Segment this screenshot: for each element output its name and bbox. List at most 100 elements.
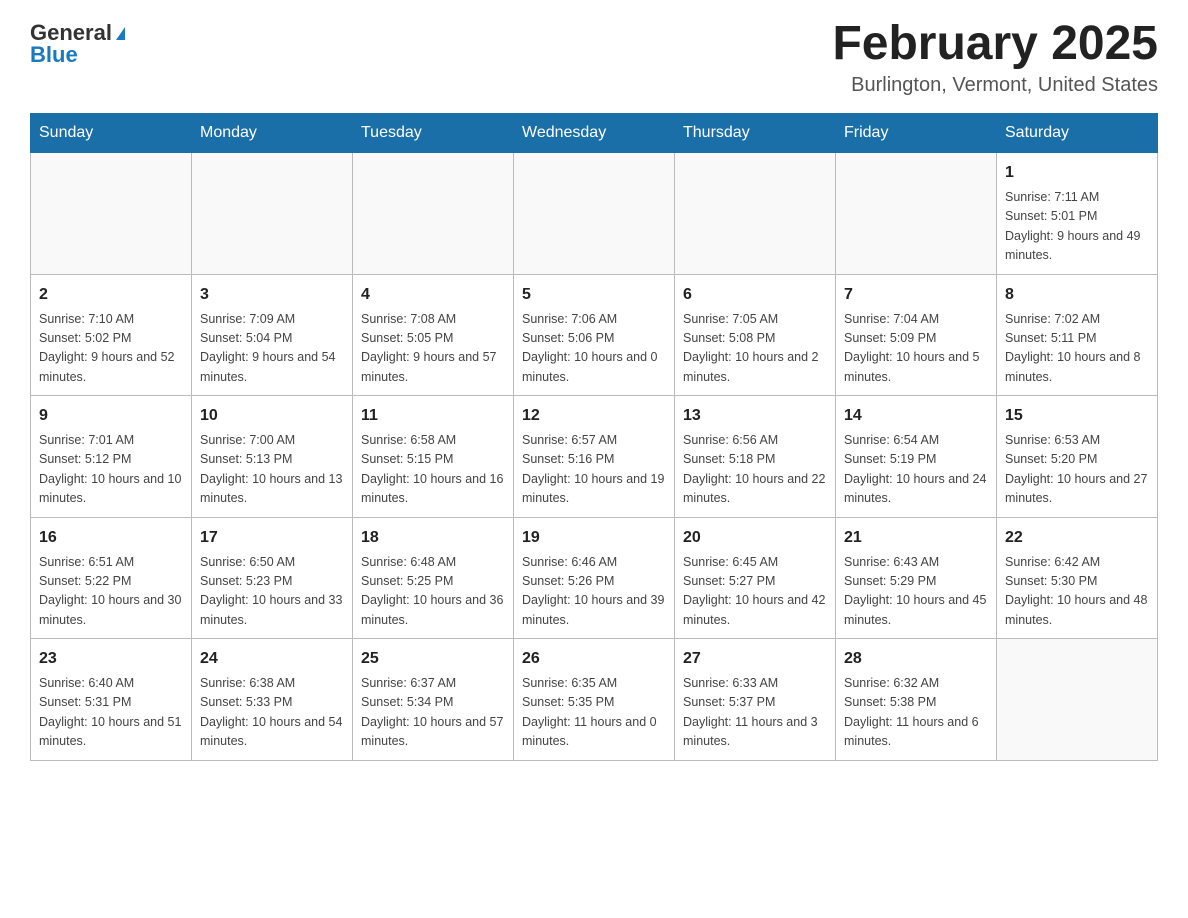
calendar-cell: 3 Sunrise: 7:09 AMSunset: 5:04 PMDaylight… xyxy=(192,274,353,396)
day-info: Sunrise: 6:58 AMSunset: 5:15 PMDaylight:… xyxy=(361,431,505,509)
column-header-friday: Friday xyxy=(836,114,997,153)
day-number: 19 xyxy=(522,526,666,550)
logo-blue-text: Blue xyxy=(30,42,78,68)
day-number: 17 xyxy=(200,526,344,550)
calendar-cell: 2 Sunrise: 7:10 AMSunset: 5:02 PMDaylight… xyxy=(31,274,192,396)
calendar-cell: 8 Sunrise: 7:02 AMSunset: 5:11 PMDaylight… xyxy=(997,274,1158,396)
title-section: February 2025 Burlington, Vermont, Unite… xyxy=(832,20,1158,97)
day-info: Sunrise: 6:35 AMSunset: 5:35 PMDaylight:… xyxy=(522,674,666,752)
day-number: 2 xyxy=(39,283,183,307)
day-info: Sunrise: 6:45 AMSunset: 5:27 PMDaylight:… xyxy=(683,553,827,631)
day-number: 22 xyxy=(1005,526,1149,550)
day-info: Sunrise: 7:09 AMSunset: 5:04 PMDaylight:… xyxy=(200,310,344,388)
day-info: Sunrise: 7:04 AMSunset: 5:09 PMDaylight:… xyxy=(844,310,988,388)
calendar-cell: 23 Sunrise: 6:40 AMSunset: 5:31 PMDayligh… xyxy=(31,639,192,761)
day-number: 28 xyxy=(844,647,988,671)
day-info: Sunrise: 6:48 AMSunset: 5:25 PMDaylight:… xyxy=(361,553,505,631)
day-info: Sunrise: 6:37 AMSunset: 5:34 PMDaylight:… xyxy=(361,674,505,752)
calendar-cell xyxy=(353,153,514,275)
column-header-sunday: Sunday xyxy=(31,114,192,153)
day-info: Sunrise: 6:40 AMSunset: 5:31 PMDaylight:… xyxy=(39,674,183,752)
day-info: Sunrise: 7:11 AMSunset: 5:01 PMDaylight:… xyxy=(1005,188,1149,266)
day-number: 3 xyxy=(200,283,344,307)
column-header-monday: Monday xyxy=(192,114,353,153)
calendar-week-row: 1 Sunrise: 7:11 AMSunset: 5:01 PMDaylight… xyxy=(31,153,1158,275)
calendar-cell: 19 Sunrise: 6:46 AMSunset: 5:26 PMDayligh… xyxy=(514,517,675,639)
calendar-week-row: 16Sunrise: 6:51 AMSunset: 5:22 PMDayligh… xyxy=(31,517,1158,639)
day-number: 10 xyxy=(200,404,344,428)
logo: General Blue xyxy=(30,20,125,68)
month-title: February 2025 xyxy=(832,20,1158,68)
calendar-week-row: 9 Sunrise: 7:01 AMSunset: 5:12 PMDaylight… xyxy=(31,396,1158,518)
logo-triangle-icon xyxy=(116,27,125,40)
day-info: Sunrise: 6:32 AMSunset: 5:38 PMDaylight:… xyxy=(844,674,988,752)
day-info: Sunrise: 6:33 AMSunset: 5:37 PMDaylight:… xyxy=(683,674,827,752)
day-info: Sunrise: 6:51 AMSunset: 5:22 PMDaylight:… xyxy=(39,553,183,631)
day-info: Sunrise: 7:00 AMSunset: 5:13 PMDaylight:… xyxy=(200,431,344,509)
calendar-cell: 20Sunrise: 6:45 AMSunset: 5:27 PMDayligh… xyxy=(675,517,836,639)
calendar-cell xyxy=(192,153,353,275)
calendar-cell: 6Sunrise: 7:05 AMSunset: 5:08 PMDaylight… xyxy=(675,274,836,396)
day-info: Sunrise: 7:02 AMSunset: 5:11 PMDaylight:… xyxy=(1005,310,1149,388)
calendar-cell: 27 Sunrise: 6:33 AMSunset: 5:37 PMDayligh… xyxy=(675,639,836,761)
calendar-week-row: 2 Sunrise: 7:10 AMSunset: 5:02 PMDaylight… xyxy=(31,274,1158,396)
calendar-cell: 9 Sunrise: 7:01 AMSunset: 5:12 PMDaylight… xyxy=(31,396,192,518)
day-number: 5 xyxy=(522,283,666,307)
column-header-wednesday: Wednesday xyxy=(514,114,675,153)
calendar-cell xyxy=(514,153,675,275)
day-info: Sunrise: 7:06 AMSunset: 5:06 PMDaylight:… xyxy=(522,310,666,388)
day-info: Sunrise: 6:46 AMSunset: 5:26 PMDaylight:… xyxy=(522,553,666,631)
page-header: General Blue February 2025 Burlington, V… xyxy=(30,20,1158,97)
calendar-cell: 18 Sunrise: 6:48 AMSunset: 5:25 PMDayligh… xyxy=(353,517,514,639)
calendar-cell: 14 Sunrise: 6:54 AMSunset: 5:19 PMDayligh… xyxy=(836,396,997,518)
day-info: Sunrise: 6:57 AMSunset: 5:16 PMDaylight:… xyxy=(522,431,666,509)
column-header-tuesday: Tuesday xyxy=(353,114,514,153)
calendar-cell: 24 Sunrise: 6:38 AMSunset: 5:33 PMDayligh… xyxy=(192,639,353,761)
calendar-cell: 17 Sunrise: 6:50 AMSunset: 5:23 PMDayligh… xyxy=(192,517,353,639)
day-number: 25 xyxy=(361,647,505,671)
day-number: 18 xyxy=(361,526,505,550)
day-number: 14 xyxy=(844,404,988,428)
day-info: Sunrise: 7:10 AMSunset: 5:02 PMDaylight:… xyxy=(39,310,183,388)
day-info: Sunrise: 7:08 AMSunset: 5:05 PMDaylight:… xyxy=(361,310,505,388)
day-number: 21 xyxy=(844,526,988,550)
day-number: 1 xyxy=(1005,161,1149,185)
column-header-saturday: Saturday xyxy=(997,114,1158,153)
calendar-cell: 16Sunrise: 6:51 AMSunset: 5:22 PMDayligh… xyxy=(31,517,192,639)
calendar-cell: 5 Sunrise: 7:06 AMSunset: 5:06 PMDaylight… xyxy=(514,274,675,396)
day-number: 27 xyxy=(683,647,827,671)
day-number: 11 xyxy=(361,404,505,428)
calendar-cell: 15 Sunrise: 6:53 AMSunset: 5:20 PMDayligh… xyxy=(997,396,1158,518)
calendar-cell: 12 Sunrise: 6:57 AMSunset: 5:16 PMDayligh… xyxy=(514,396,675,518)
day-info: Sunrise: 7:01 AMSunset: 5:12 PMDaylight:… xyxy=(39,431,183,509)
day-info: Sunrise: 6:54 AMSunset: 5:19 PMDaylight:… xyxy=(844,431,988,509)
day-info: Sunrise: 6:42 AMSunset: 5:30 PMDaylight:… xyxy=(1005,553,1149,631)
day-info: Sunrise: 7:05 AMSunset: 5:08 PMDaylight:… xyxy=(683,310,827,388)
day-info: Sunrise: 6:56 AMSunset: 5:18 PMDaylight:… xyxy=(683,431,827,509)
day-info: Sunrise: 6:50 AMSunset: 5:23 PMDaylight:… xyxy=(200,553,344,631)
day-number: 8 xyxy=(1005,283,1149,307)
day-number: 9 xyxy=(39,404,183,428)
day-number: 13 xyxy=(683,404,827,428)
calendar-header-row: SundayMondayTuesdayWednesdayThursdayFrid… xyxy=(31,114,1158,153)
calendar-cell xyxy=(997,639,1158,761)
day-number: 24 xyxy=(200,647,344,671)
calendar-cell: 22 Sunrise: 6:42 AMSunset: 5:30 PMDayligh… xyxy=(997,517,1158,639)
column-header-thursday: Thursday xyxy=(675,114,836,153)
day-number: 26 xyxy=(522,647,666,671)
day-number: 4 xyxy=(361,283,505,307)
calendar-cell: 13 Sunrise: 6:56 AMSunset: 5:18 PMDayligh… xyxy=(675,396,836,518)
calendar-cell: 10 Sunrise: 7:00 AMSunset: 5:13 PMDayligh… xyxy=(192,396,353,518)
calendar-cell: 4 Sunrise: 7:08 AMSunset: 5:05 PMDaylight… xyxy=(353,274,514,396)
calendar-cell: 26 Sunrise: 6:35 AMSunset: 5:35 PMDayligh… xyxy=(514,639,675,761)
calendar-cell xyxy=(31,153,192,275)
day-number: 15 xyxy=(1005,404,1149,428)
day-number: 12 xyxy=(522,404,666,428)
calendar-cell xyxy=(675,153,836,275)
calendar-cell: 28 Sunrise: 6:32 AMSunset: 5:38 PMDayligh… xyxy=(836,639,997,761)
day-info: Sunrise: 6:43 AMSunset: 5:29 PMDaylight:… xyxy=(844,553,988,631)
day-number: 23 xyxy=(39,647,183,671)
day-info: Sunrise: 6:53 AMSunset: 5:20 PMDaylight:… xyxy=(1005,431,1149,509)
calendar-cell: 11 Sunrise: 6:58 AMSunset: 5:15 PMDayligh… xyxy=(353,396,514,518)
day-info: Sunrise: 6:38 AMSunset: 5:33 PMDaylight:… xyxy=(200,674,344,752)
